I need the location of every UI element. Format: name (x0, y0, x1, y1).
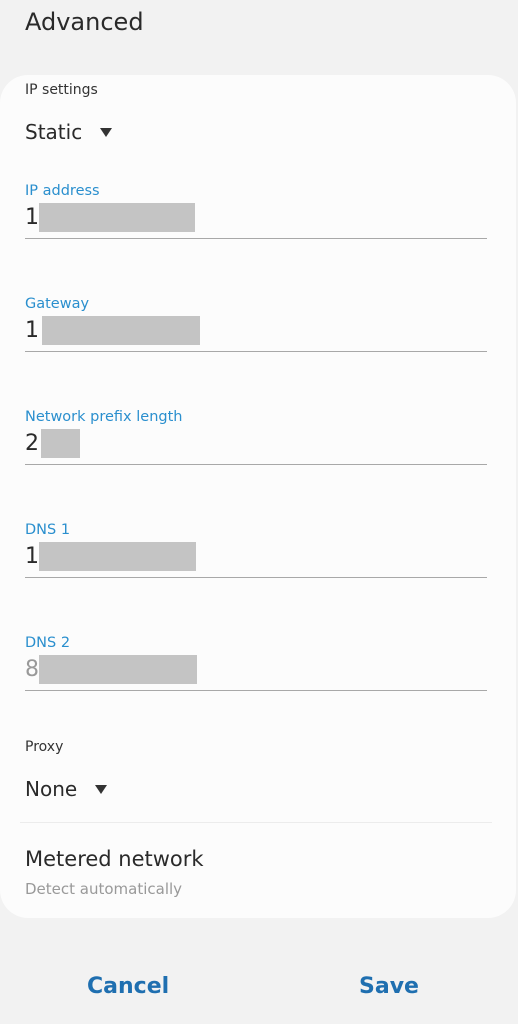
field-label: IP address (25, 183, 100, 199)
ip-settings-dropdown[interactable]: Static (25, 120, 113, 144)
field-label: DNS 1 (25, 522, 71, 538)
field-value: 1 (25, 543, 39, 569)
network-prefix-length-field[interactable]: Network prefix length 2 (25, 409, 487, 479)
dns1-field[interactable]: DNS 1 1 (25, 522, 487, 592)
field-value: 1 (25, 204, 39, 230)
field-label: Network prefix length (25, 409, 183, 425)
proxy-value: None (25, 777, 78, 801)
redacted-mask (42, 315, 200, 345)
redacted-mask (41, 428, 80, 458)
ip-address-field[interactable]: IP address 1 (25, 183, 487, 253)
metered-network-subtitle: Detect automatically (25, 880, 183, 898)
field-label: DNS 2 (25, 635, 71, 651)
caret-down-icon (100, 127, 113, 137)
redacted-mask (39, 654, 197, 684)
field-value: 1 (25, 317, 39, 343)
field-label: Gateway (25, 296, 90, 312)
dns2-field[interactable]: DNS 2 8 (25, 635, 487, 705)
field-underline (25, 464, 487, 465)
ip-settings-value: Static (25, 120, 83, 144)
caret-down-icon (95, 784, 108, 794)
ip-settings-label: IP settings (25, 82, 98, 98)
save-button[interactable]: Save (359, 974, 419, 999)
proxy-label: Proxy (25, 739, 64, 755)
redacted-mask (39, 202, 195, 232)
field-value: 8 (25, 656, 39, 682)
field-underline (25, 690, 487, 691)
metered-network-title: Metered network (25, 847, 204, 871)
proxy-dropdown[interactable]: None (25, 777, 108, 801)
field-underline (25, 351, 487, 352)
redacted-mask (39, 541, 196, 571)
divider (20, 822, 492, 823)
field-underline (25, 238, 487, 239)
cancel-button[interactable]: Cancel (87, 974, 169, 999)
field-value: 2 (25, 430, 39, 456)
gateway-field[interactable]: Gateway 1 (25, 296, 487, 366)
page-title: Advanced (25, 8, 144, 36)
field-underline (25, 577, 487, 578)
